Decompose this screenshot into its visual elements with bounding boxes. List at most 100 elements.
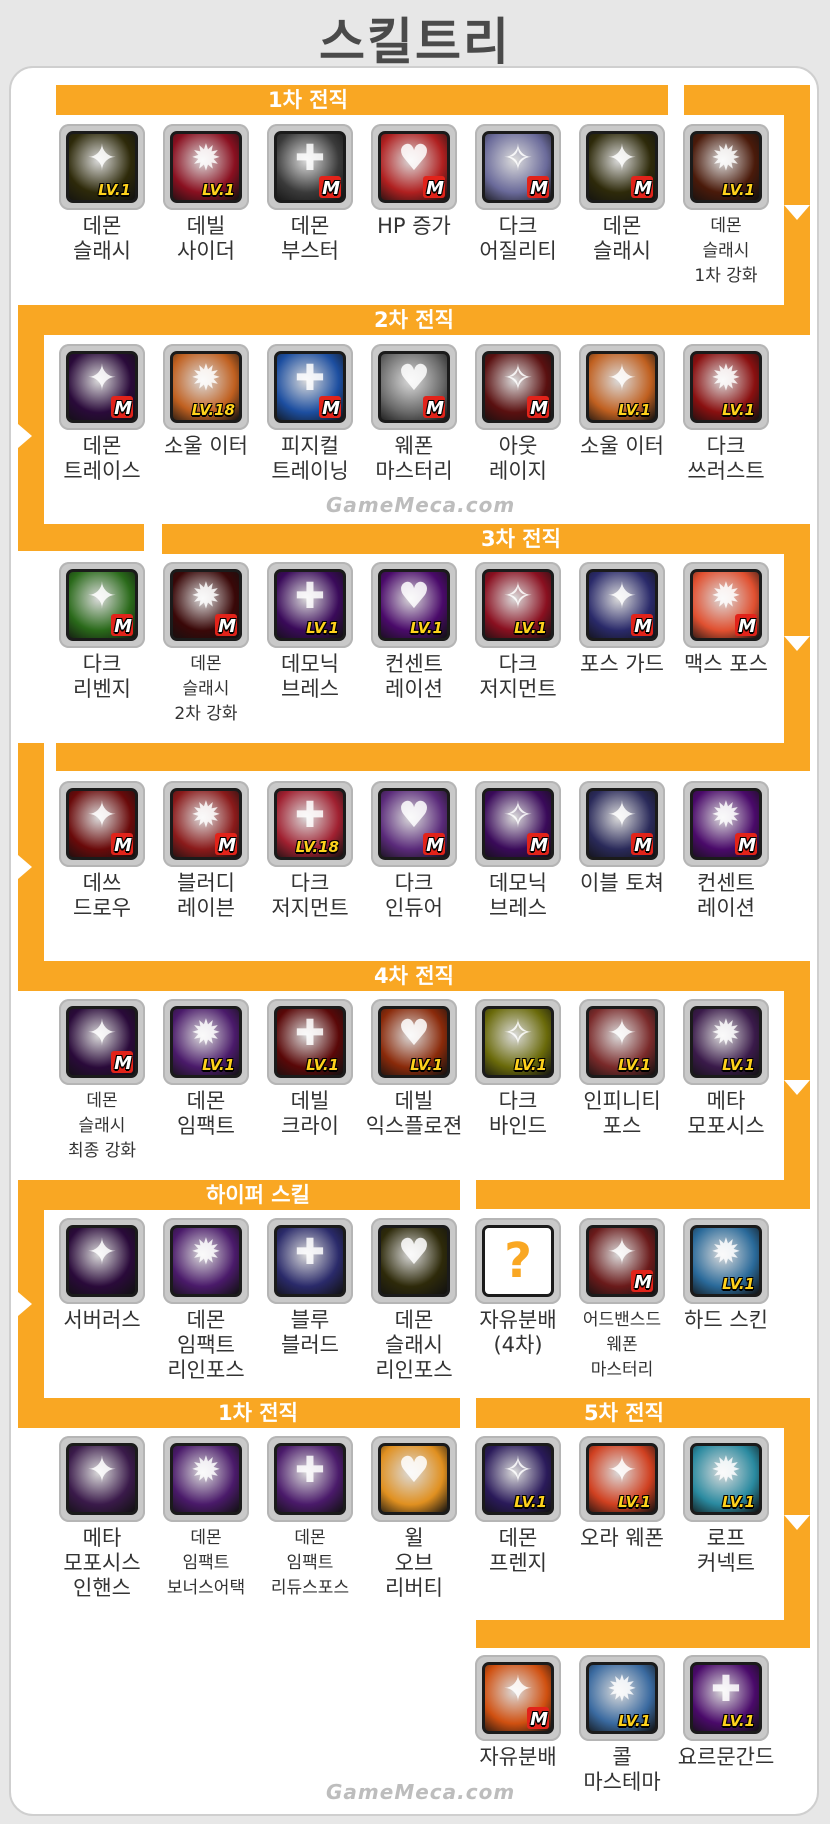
skill-item[interactable]: ♥ LV.1 컨센트 레이션	[362, 562, 466, 702]
skill-item[interactable]: ♥ M 다크 인듀어	[362, 781, 466, 921]
skill-frame: ✦ M	[59, 781, 145, 867]
skill-item[interactable]: ♥ M 웨폰 마스터리	[362, 344, 466, 484]
skill-glyph-icon: ✚	[710, 1669, 742, 1710]
skill-item[interactable]: ✦ LV.1 오라 웨폰	[570, 1436, 674, 1551]
skill-item[interactable]: ✚ LV.1 요르문간드	[674, 1655, 778, 1770]
skill-item[interactable]: ✦ M 데쓰 드로우	[50, 781, 154, 921]
skill-item[interactable]: ✧ M 다크 어질리티	[466, 124, 570, 264]
skill-item[interactable]: ✚ M 데몬 부스터	[258, 124, 362, 264]
skill-item[interactable]: ✦ LV.1 소울 이터	[570, 344, 674, 459]
skill-frame: ✦ M	[59, 344, 145, 430]
skill-item[interactable]: ✦ M 이블 토쳐	[570, 781, 674, 896]
skill-item[interactable]: ✦ M 어드밴스드 웨폰 마스터리	[570, 1218, 674, 1383]
skill-icon: ✹ M	[170, 569, 242, 641]
skill-icon: ✹ LV.1	[586, 1662, 658, 1734]
skill-item[interactable]: ✧ LV.1 데몬 프렌지	[466, 1436, 570, 1576]
skill-level-badge: LV.1	[98, 181, 131, 199]
skill-item[interactable]: ✦ M 데몬 슬래시	[570, 124, 674, 264]
skill-frame: ✚	[267, 1436, 353, 1522]
skill-frame: ✚ LV.1	[683, 1655, 769, 1741]
skill-item[interactable]: ✹ M 컨센트 레이션	[674, 781, 778, 921]
skill-glyph-icon: ✦	[606, 576, 638, 617]
skill-icon: ✚	[274, 1225, 346, 1297]
skill-level-badge: M	[218, 835, 236, 856]
skill-item[interactable]: ✚ 블루 블러드	[258, 1218, 362, 1358]
skill-item[interactable]: ♥ LV.1 데빌 익스플로젼	[362, 999, 466, 1139]
skill-item[interactable]: ✚ LV.18 다크 저지먼트	[258, 781, 362, 921]
skill-icon: ✚ M	[274, 351, 346, 423]
skill-item[interactable]: ✹ LV.1 다크 쓰러스트	[674, 344, 778, 484]
section-label-3rd: 3차 전직	[481, 527, 561, 551]
skill-item[interactable]: ✦ M 다크 리벤지	[50, 562, 154, 702]
skill-glyph-icon: ✚	[294, 576, 326, 617]
skill-item[interactable]: ✧ LV.1 다크 저지먼트	[466, 562, 570, 702]
skill-item[interactable]: ✧ M 아웃 레이지	[466, 344, 570, 484]
skill-frame: ✚ M	[267, 344, 353, 430]
skill-icon: ✦ LV.1	[586, 1006, 658, 1078]
skill-frame: ✦ M	[579, 124, 665, 210]
skill-level-badge: M	[426, 398, 444, 419]
skill-item[interactable]: ✦ M 데몬 트레이스	[50, 344, 154, 484]
section-label-2nd: 2차 전직	[374, 308, 454, 332]
skill-item[interactable]: ✹ LV.18 소울 이터	[154, 344, 258, 459]
skill-item[interactable]: ✦ M 데몬 슬래시 최종 강화	[50, 999, 154, 1164]
skill-item[interactable]: ✦ LV.1 데몬 슬래시	[50, 124, 154, 264]
skill-item[interactable]: ♥ M HP 증가	[362, 124, 466, 239]
skill-item[interactable]: ✹ LV.1 콜 마스테마	[570, 1655, 674, 1795]
skill-item[interactable]: ✦ 메타 모포시스 인핸스	[50, 1436, 154, 1601]
skill-name: 소울 이터	[164, 434, 248, 458]
skill-glyph-icon: ✧	[502, 576, 534, 617]
skill-item[interactable]: ✹ LV.1 로프 커넥트	[674, 1436, 778, 1576]
skill-glyph-icon: ✦	[502, 1669, 534, 1710]
chevron-down-icon	[784, 1080, 810, 1095]
skill-glyph-icon: ✚	[294, 1013, 326, 1054]
skill-item[interactable]: ✹ 데몬 임팩트 보너스어택	[154, 1436, 258, 1601]
skill-name: 데빌 익스플로젼	[365, 1089, 463, 1138]
skill-level-badge: M	[530, 398, 548, 419]
skill-item[interactable]: ✹ 데몬 임팩트 리인포스	[154, 1218, 258, 1383]
skill-level-badge: LV.1	[722, 1712, 755, 1730]
skill-frame: ♥ M	[371, 124, 457, 210]
skill-icon: ✹ LV.1	[690, 1225, 762, 1297]
skill-frame: ♥	[371, 1436, 457, 1522]
skill-level-badge: LV.1	[306, 619, 339, 637]
skill-frame: ✦	[59, 1218, 145, 1304]
skill-item[interactable]: ✦ M 포스 가드	[570, 562, 674, 677]
skill-item[interactable]: ✹ LV.1 데몬 슬래시 1차 강화	[674, 124, 778, 289]
skill-item[interactable]: ✹ LV.1 데빌 사이더	[154, 124, 258, 264]
skill-item[interactable]: ♥ 데몬 슬래시 리인포스	[362, 1218, 466, 1383]
skill-item[interactable]: ✹ M 데몬 슬래시 2차 강화	[154, 562, 258, 727]
skill-item[interactable]: ✚ 데몬 임팩트 리듀스포스	[258, 1436, 362, 1601]
skill-icon: ✚ LV.18	[274, 788, 346, 860]
skill-item[interactable]: ✦ M 자유분배	[466, 1655, 570, 1770]
skill-icon: ✚ M	[274, 131, 346, 203]
skill-icon: ✦ M	[482, 1662, 554, 1734]
skill-frame: ✹ LV.18	[163, 344, 249, 430]
skill-item[interactable]: ✧ LV.1 다크 바인드	[466, 999, 570, 1139]
skill-item[interactable]: ✚ LV.1 데모닉 브레스	[258, 562, 362, 702]
skill-level-badge: M	[114, 835, 132, 856]
skill-item[interactable]: ✧ M 데모닉 브레스	[466, 781, 570, 921]
skill-icon: ♥ M	[378, 351, 450, 423]
skill-item[interactable]: ✹ LV.1 데몬 임팩트	[154, 999, 258, 1139]
skill-item[interactable]: ✦ 서버러스	[50, 1218, 154, 1333]
skill-item[interactable]: ? 자유분배 (4차)	[466, 1218, 570, 1358]
skill-icon: ✧ M	[482, 131, 554, 203]
skill-item[interactable]: ✹ LV.1 메타 모포시스	[674, 999, 778, 1139]
skill-item[interactable]: ✚ LV.1 데빌 크라이	[258, 999, 362, 1139]
skill-frame: ✹ LV.1	[683, 999, 769, 1085]
skill-item[interactable]: ✹ M 블러디 레이븐	[154, 781, 258, 921]
skill-level-badge: M	[114, 1053, 132, 1074]
skill-item[interactable]: ♥ 윌 오브 리버티	[362, 1436, 466, 1601]
skill-name: 피지컬 트레이닝	[271, 434, 349, 483]
skill-item[interactable]: ✦ LV.1 인피니티 포스	[570, 999, 674, 1139]
skill-item[interactable]: ✚ M 피지컬 트레이닝	[258, 344, 362, 484]
skill-frame: ✦ LV.1	[579, 999, 665, 1085]
skill-glyph-icon: ✦	[86, 1450, 118, 1491]
skill-level-badge: LV.1	[722, 1056, 755, 1074]
skill-item[interactable]: ✹ LV.1 하드 스킨	[674, 1218, 778, 1333]
skill-item[interactable]: ✹ M 맥스 포스	[674, 562, 778, 677]
skill-level-badge: M	[114, 398, 132, 419]
skill-level-badge: LV.1	[722, 401, 755, 419]
skill-glyph-icon: ✦	[86, 138, 118, 179]
